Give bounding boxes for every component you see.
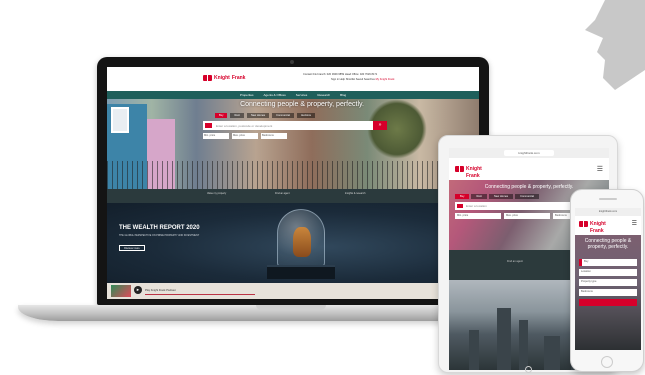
- tablet-search-tabs: Buy Rent New Homes Commercial: [455, 194, 539, 199]
- laptop-device: Knight Frank Contact this branch: 020 39…: [97, 57, 489, 305]
- tablet-home-button[interactable]: [525, 366, 532, 373]
- wealth-report-title: THE WEALTH REPORT 2020: [119, 225, 200, 231]
- tablet-tab-commercial[interactable]: Commercial: [515, 194, 539, 199]
- phone-hamburger-menu-icon[interactable]: ☰: [632, 220, 637, 227]
- phone-logo-row: Knight: [579, 221, 606, 227]
- tab-rent[interactable]: Rent: [230, 113, 244, 118]
- brand-logo[interactable]: Knight Frank: [203, 75, 245, 81]
- phone-device: knightfrank.com Knight Frank ☰ Connectin…: [570, 189, 644, 372]
- main-nav: Properties Agents & Offices Services Res…: [107, 91, 479, 99]
- tablet-logo-text: Knight: [466, 165, 482, 172]
- nav-item-services[interactable]: Services: [296, 93, 308, 97]
- city-tower: [469, 330, 479, 370]
- phone-logo-text-2: Frank: [590, 228, 604, 234]
- podcast-progress-bar[interactable]: [145, 294, 255, 295]
- logo-text-2: Frank: [231, 74, 246, 81]
- search-tabs: Buy Rent New Homes Commercial Auctions: [215, 113, 315, 118]
- search-filters: Min. price Max. price Bedrooms: [203, 133, 287, 139]
- location-search[interactable]: Enter a location, postcode or developmen…: [203, 121, 387, 130]
- phone-select-location[interactable]: Location: [579, 269, 637, 276]
- decorative-corner-shape: [585, 0, 645, 90]
- hamburger-menu-icon[interactable]: ☰: [597, 166, 603, 173]
- quick-link-value[interactable]: Value my property: [207, 192, 226, 195]
- quick-link-agent[interactable]: Find an agent: [275, 192, 290, 195]
- phone-brand-logo[interactable]: Knight Frank: [579, 221, 606, 234]
- phone-hero: Connecting people & property, perfectly.…: [575, 235, 641, 350]
- tablet-tab-rent[interactable]: Rent: [471, 194, 487, 199]
- quick-link-research[interactable]: Insights & research: [345, 192, 365, 195]
- max-price-select[interactable]: Max. price: [232, 133, 258, 139]
- bedrooms-select[interactable]: Bedrooms: [261, 133, 287, 139]
- phone-url-bar[interactable]: knightfrank.com: [575, 208, 641, 216]
- wealth-report-section: THE WEALTH REPORT 2020 THE GLOBAL PERSPE…: [107, 203, 479, 283]
- tablet-url-bar[interactable]: knightfrank.com: [449, 148, 609, 158]
- tablet-logo-row: Knight: [455, 166, 482, 172]
- phone-hero-title: Connecting people & property, perfectly.: [584, 238, 632, 250]
- logo-mark-icon: [203, 75, 212, 81]
- tablet-tab-new-homes[interactable]: New Homes: [488, 194, 514, 199]
- laptop-screen: Knight Frank Contact this branch: 020 39…: [107, 67, 479, 299]
- wealth-report-subtitle: THE GLOBAL PERSPECTIVE ON PRIME PROPERTY…: [119, 234, 200, 237]
- my-account-link[interactable]: My Knight Frank: [376, 78, 395, 81]
- account-links[interactable]: Sign in Help Shortlist Saved Searches: [331, 78, 375, 81]
- hero-banner: Connecting people & property, perfectly.…: [107, 99, 479, 189]
- hero-railings: [107, 161, 479, 189]
- tab-auctions[interactable]: Auctions: [296, 113, 315, 118]
- country-flag-icon[interactable]: [205, 123, 212, 128]
- phone-logo-mark-icon: [579, 221, 588, 227]
- city-tower: [497, 308, 511, 370]
- tablet-max-price[interactable]: Max. price: [504, 213, 550, 219]
- tablet-search-input[interactable]: Enter a location: [466, 204, 487, 208]
- phone-select-bedrooms[interactable]: Bedrooms: [579, 289, 637, 296]
- tablet-find-agent-link[interactable]: Find an agent: [507, 260, 523, 263]
- tablet-logo-text-2: Frank: [466, 173, 480, 179]
- tablet-logo-mark-icon: [455, 166, 464, 172]
- podcast-player: ► Play Knight Frank Podcast: [107, 283, 479, 299]
- search-button[interactable]: »: [373, 121, 387, 130]
- tab-buy[interactable]: Buy: [215, 113, 228, 118]
- quick-links-strip: Value my property Find an agent Insights…: [107, 189, 479, 203]
- phone-select-type[interactable]: Property type: [579, 279, 637, 286]
- play-icon[interactable]: ►: [134, 286, 142, 294]
- phone-screen: knightfrank.com Knight Frank ☰ Connectin…: [575, 208, 641, 350]
- podcast-thumbnail: [111, 285, 131, 297]
- tablet-site-header: Knight Frank ☰: [449, 158, 609, 180]
- phone-speaker: [599, 198, 617, 200]
- hero-title: Connecting people & property, perfectly.: [240, 101, 364, 108]
- podcast-title: Play Knight Frank Podcast: [145, 289, 176, 292]
- tablet-min-price[interactable]: Min. price: [455, 213, 501, 219]
- header-contact-links[interactable]: Contact this branch: 020 3909 6859 Head …: [303, 73, 377, 76]
- phone-logo-text: Knight: [590, 220, 606, 227]
- nav-item-properties[interactable]: Properties: [240, 93, 254, 97]
- dome-sculpture: [293, 227, 311, 257]
- min-price-select[interactable]: Min. price: [203, 133, 229, 139]
- search-input[interactable]: Enter a location, postcode or developmen…: [216, 124, 373, 128]
- hero-window: [111, 107, 129, 133]
- phone-select-buy[interactable]: Buy: [579, 259, 637, 266]
- phone-search-button[interactable]: [579, 299, 637, 306]
- header-account-links[interactable]: Sign in Help Shortlist Saved Searches My…: [331, 78, 394, 81]
- site-header: Knight Frank Contact this branch: 020 39…: [107, 67, 479, 91]
- nav-item-research[interactable]: Research: [317, 93, 330, 97]
- tablet-flag-icon[interactable]: [457, 204, 463, 208]
- tablet-brand-logo[interactable]: Knight Frank: [455, 166, 482, 179]
- nav-item-blog[interactable]: Blog: [340, 93, 346, 97]
- tab-commercial[interactable]: Commercial: [272, 113, 294, 118]
- city-tower: [519, 320, 528, 370]
- phone-home-button[interactable]: [601, 356, 613, 368]
- city-tower: [544, 336, 560, 370]
- tablet-tab-buy[interactable]: Buy: [455, 194, 470, 199]
- nav-item-agents[interactable]: Agents & Offices: [264, 93, 286, 97]
- discover-more-button[interactable]: Discover more: [119, 245, 145, 251]
- tab-new-homes[interactable]: New Homes: [246, 113, 270, 118]
- camera-icon: [290, 60, 294, 64]
- tablet-url-text[interactable]: knightfrank.com: [504, 150, 554, 156]
- logo-text: Knight: [214, 74, 230, 81]
- dome-pedestal: [267, 265, 335, 279]
- laptop-notch: [256, 305, 326, 310]
